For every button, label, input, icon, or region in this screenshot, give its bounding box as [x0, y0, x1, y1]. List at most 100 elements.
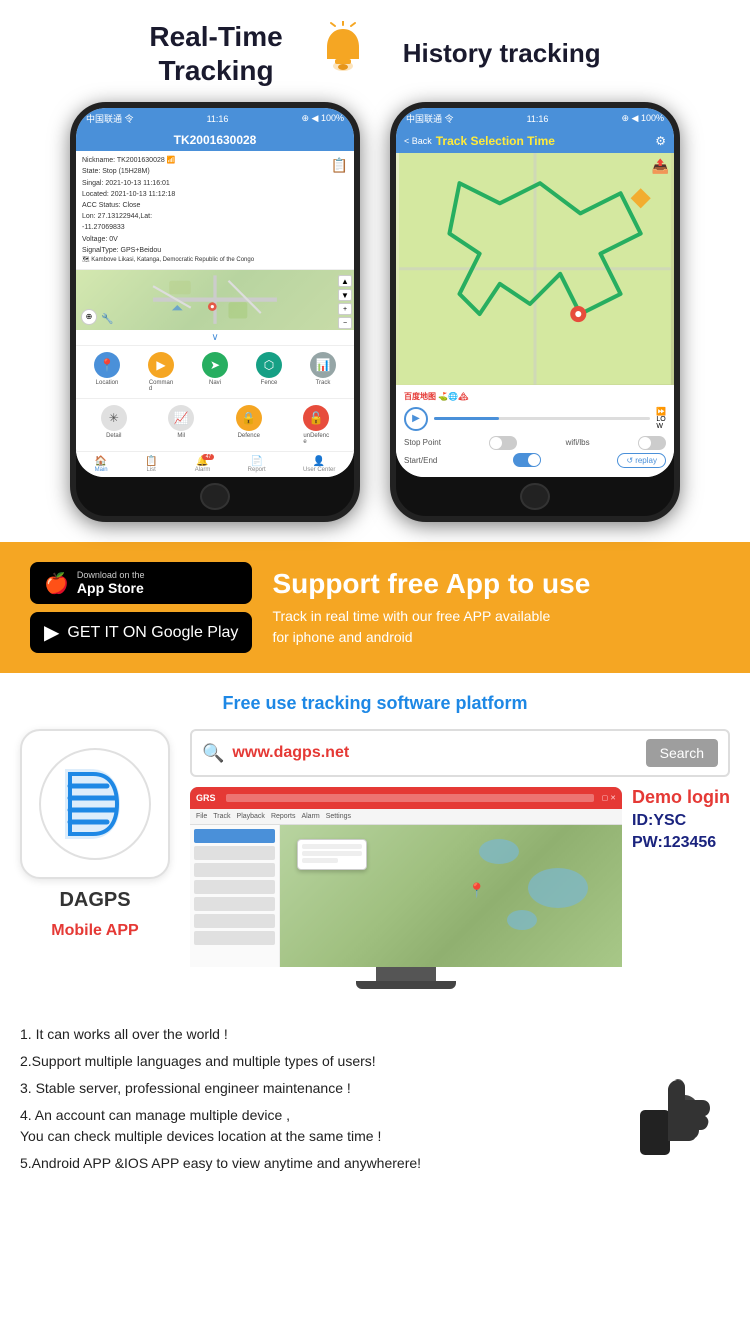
tab-alarm[interactable]: 🔔 47 Alarm: [195, 456, 211, 473]
right-map-container: 📤: [396, 153, 674, 385]
replay-button[interactable]: ↺ replay: [617, 453, 666, 468]
history-tracking-title: History tracking: [403, 38, 601, 69]
dagps-logo-svg: [35, 744, 155, 864]
tab-user-center[interactable]: 👤 User Center: [303, 456, 335, 473]
left-map-container: ▲ ▼ + − ⊕ 🔧: [76, 270, 354, 329]
mil-button[interactable]: 📈 Mil: [168, 405, 194, 445]
support-title: Support free App to use: [272, 568, 720, 600]
settings-icon[interactable]: ⚙: [655, 134, 666, 148]
fence-button[interactable]: ⬡ Fence: [256, 352, 282, 392]
left-phone-home-button[interactable]: [200, 483, 230, 510]
real-time-tracking-title: Real-Time Tracking: [149, 20, 282, 87]
features-section: 1. It can works all over the world ! 2.S…: [0, 1009, 750, 1200]
status-time: 11:16: [207, 114, 229, 124]
support-desc: Track in real time with our free APP ava…: [272, 606, 720, 648]
feature-2: 2.Support multiple languages and multipl…: [20, 1051, 615, 1072]
speed-label: LOW: [656, 416, 665, 430]
icon-row-2: ✳ Detail 📈 Mil 🔒 Defence 🔓 unDefence: [76, 398, 354, 451]
undefence-button[interactable]: 🔓 unDefence: [303, 405, 329, 445]
share-icon[interactable]: 📤: [652, 158, 669, 175]
feature-5: 5.Android APP &IOS APP easy to view anyt…: [20, 1153, 615, 1174]
yellow-text: Support free App to use Track in real ti…: [272, 568, 720, 648]
search-button[interactable]: Search: [646, 739, 718, 767]
right-phone-header: < Back Track Selection Time ⚙: [396, 129, 674, 153]
thumbs-up-icon: [630, 1065, 730, 1180]
app-logo: [20, 729, 170, 879]
grs-title: GRS: [196, 793, 216, 803]
right-status-left: 中国联通 令: [406, 112, 454, 125]
demo-login-title: Demo login: [632, 787, 730, 808]
search-icon: 🔍: [202, 743, 224, 764]
defence-button[interactable]: 🔒 Defence: [236, 405, 262, 445]
bottom-tab-bar: 🏠 Main 📋 List 🔔 47 Alarm 📄 Report: [76, 451, 354, 477]
phones-row: 中国联通 令 11:16 ⊕ ◀ 100% TK2001630028 Nickn…: [20, 102, 730, 522]
yellow-section: 🍎 Download on the App Store ▶ GET IT ON …: [0, 542, 750, 673]
bell-icon: [313, 21, 373, 86]
search-bar[interactable]: 🔍 www.dagps.net Search: [190, 729, 730, 777]
left-phone-status-bar: 中国联通 令 11:16 ⊕ ◀ 100%: [76, 108, 354, 129]
left-phone-info: Nickname: TK2001630028 📶 State: Stop (15…: [76, 151, 354, 270]
right-phone-status-bar: 中国联通 令 11:16 ⊕ ◀ 100%: [396, 108, 674, 129]
icon-row-1: 📍 Location ▶ Command ➤ Navi ⬡ Fence: [76, 345, 354, 398]
store-buttons: 🍎 Download on the App Store ▶ GET IT ON …: [30, 562, 252, 653]
chevron-down: ∨: [76, 330, 354, 345]
right-platform: 🔍 www.dagps.net Search GRS ▢ ✕: [190, 729, 730, 989]
features-text: 1. It can works all over the world ! 2.S…: [20, 1024, 615, 1180]
grs-map: 📍: [280, 825, 622, 967]
start-end-label: Start/End: [404, 456, 437, 465]
tab-main[interactable]: 🏠 Main: [95, 456, 108, 473]
stop-point-toggle[interactable]: [489, 436, 517, 450]
mobile-app-label: Mobile APP: [51, 922, 138, 940]
back-button[interactable]: < Back: [404, 136, 432, 146]
phone-signal-icon: 📋: [331, 155, 348, 176]
grs-header: GRS ▢ ✕: [190, 787, 622, 809]
tab-report[interactable]: 📄 Report: [248, 456, 266, 473]
demo-id: ID:YSC: [632, 812, 730, 830]
right-phone-mockup: 中国联通 令 11:16 ⊕ ◀ 100% < Back Track Selec…: [390, 102, 680, 522]
fast-forward-icon[interactable]: ⏩: [656, 407, 666, 416]
google-play-button[interactable]: ▶ GET IT ON Google Play: [30, 612, 252, 653]
navi-button[interactable]: ➤ Navi: [202, 352, 228, 392]
app-store-top-label: Download on the: [77, 570, 145, 580]
right-phone-title: Track Selection Time: [436, 134, 555, 148]
grs-nav: File Track Playback Reports Alarm Settin…: [190, 809, 622, 825]
status-right: ⊕ ◀ 100%: [302, 113, 344, 124]
detail-button[interactable]: ✳ Detail: [101, 405, 127, 445]
feature-1: 1. It can works all over the world !: [20, 1024, 615, 1045]
start-end-toggle[interactable]: [513, 453, 541, 467]
app-store-button[interactable]: 🍎 Download on the App Store: [30, 562, 252, 604]
right-status-time: 11:16: [527, 114, 549, 124]
progress-fill: [434, 417, 499, 420]
grs-sidebar: [190, 825, 280, 967]
left-phone-screen: 中国联通 令 11:16 ⊕ ◀ 100% TK2001630028 Nickn…: [76, 108, 354, 477]
app-name-label: DAGPS: [59, 889, 130, 912]
right-phone-controls: 百度地图 ⛳🌐🏔 ▶ ⏩ LOW: [396, 385, 674, 477]
baidu-logo: 百度地图 ⛳🌐🏔: [404, 391, 468, 402]
right-phone-screen: 中国联通 令 11:16 ⊕ ◀ 100% < Back Track Selec…: [396, 108, 674, 477]
google-play-bottom-label: Google Play: [151, 624, 238, 641]
play-button[interactable]: ▶: [404, 407, 428, 431]
top-titles: Real-Time Tracking History tracking: [20, 20, 730, 87]
google-play-icon: ▶: [44, 620, 59, 645]
location-button[interactable]: 📍 Location: [94, 352, 120, 392]
top-section: Real-Time Tracking History tracking: [0, 0, 750, 532]
status-left: 中国联通 令: [86, 112, 134, 125]
progress-bar[interactable]: [434, 417, 650, 420]
platform-section: Free use tracking software platform: [0, 673, 750, 1009]
wifi-lbs-toggle[interactable]: [638, 436, 666, 450]
wifi-lbs-label: wifi/lbs: [566, 438, 590, 447]
monitor-wrapper: GRS ▢ ✕ File Track Playback Reports Alar…: [190, 787, 622, 989]
url-text: www.dagps.net: [232, 744, 637, 762]
demo-pw: PW:123456: [632, 834, 730, 852]
stop-point-label: Stop Point: [404, 438, 441, 447]
grs-content: 📍: [190, 825, 622, 967]
grs-map-pin: 📍: [468, 882, 485, 899]
demo-info: Demo login ID:YSC PW:123456: [632, 787, 730, 852]
platform-title: Free use tracking software platform: [20, 693, 730, 714]
monitor-and-demo: GRS ▢ ✕ File Track Playback Reports Alar…: [190, 787, 730, 989]
tab-list[interactable]: 📋 List: [145, 456, 157, 473]
right-phone-home-button[interactable]: [520, 483, 550, 510]
command-button[interactable]: ▶ Command: [148, 352, 174, 392]
google-play-top-label: GET IT ON: [67, 624, 146, 641]
track-button[interactable]: 📊 Track: [310, 352, 336, 392]
